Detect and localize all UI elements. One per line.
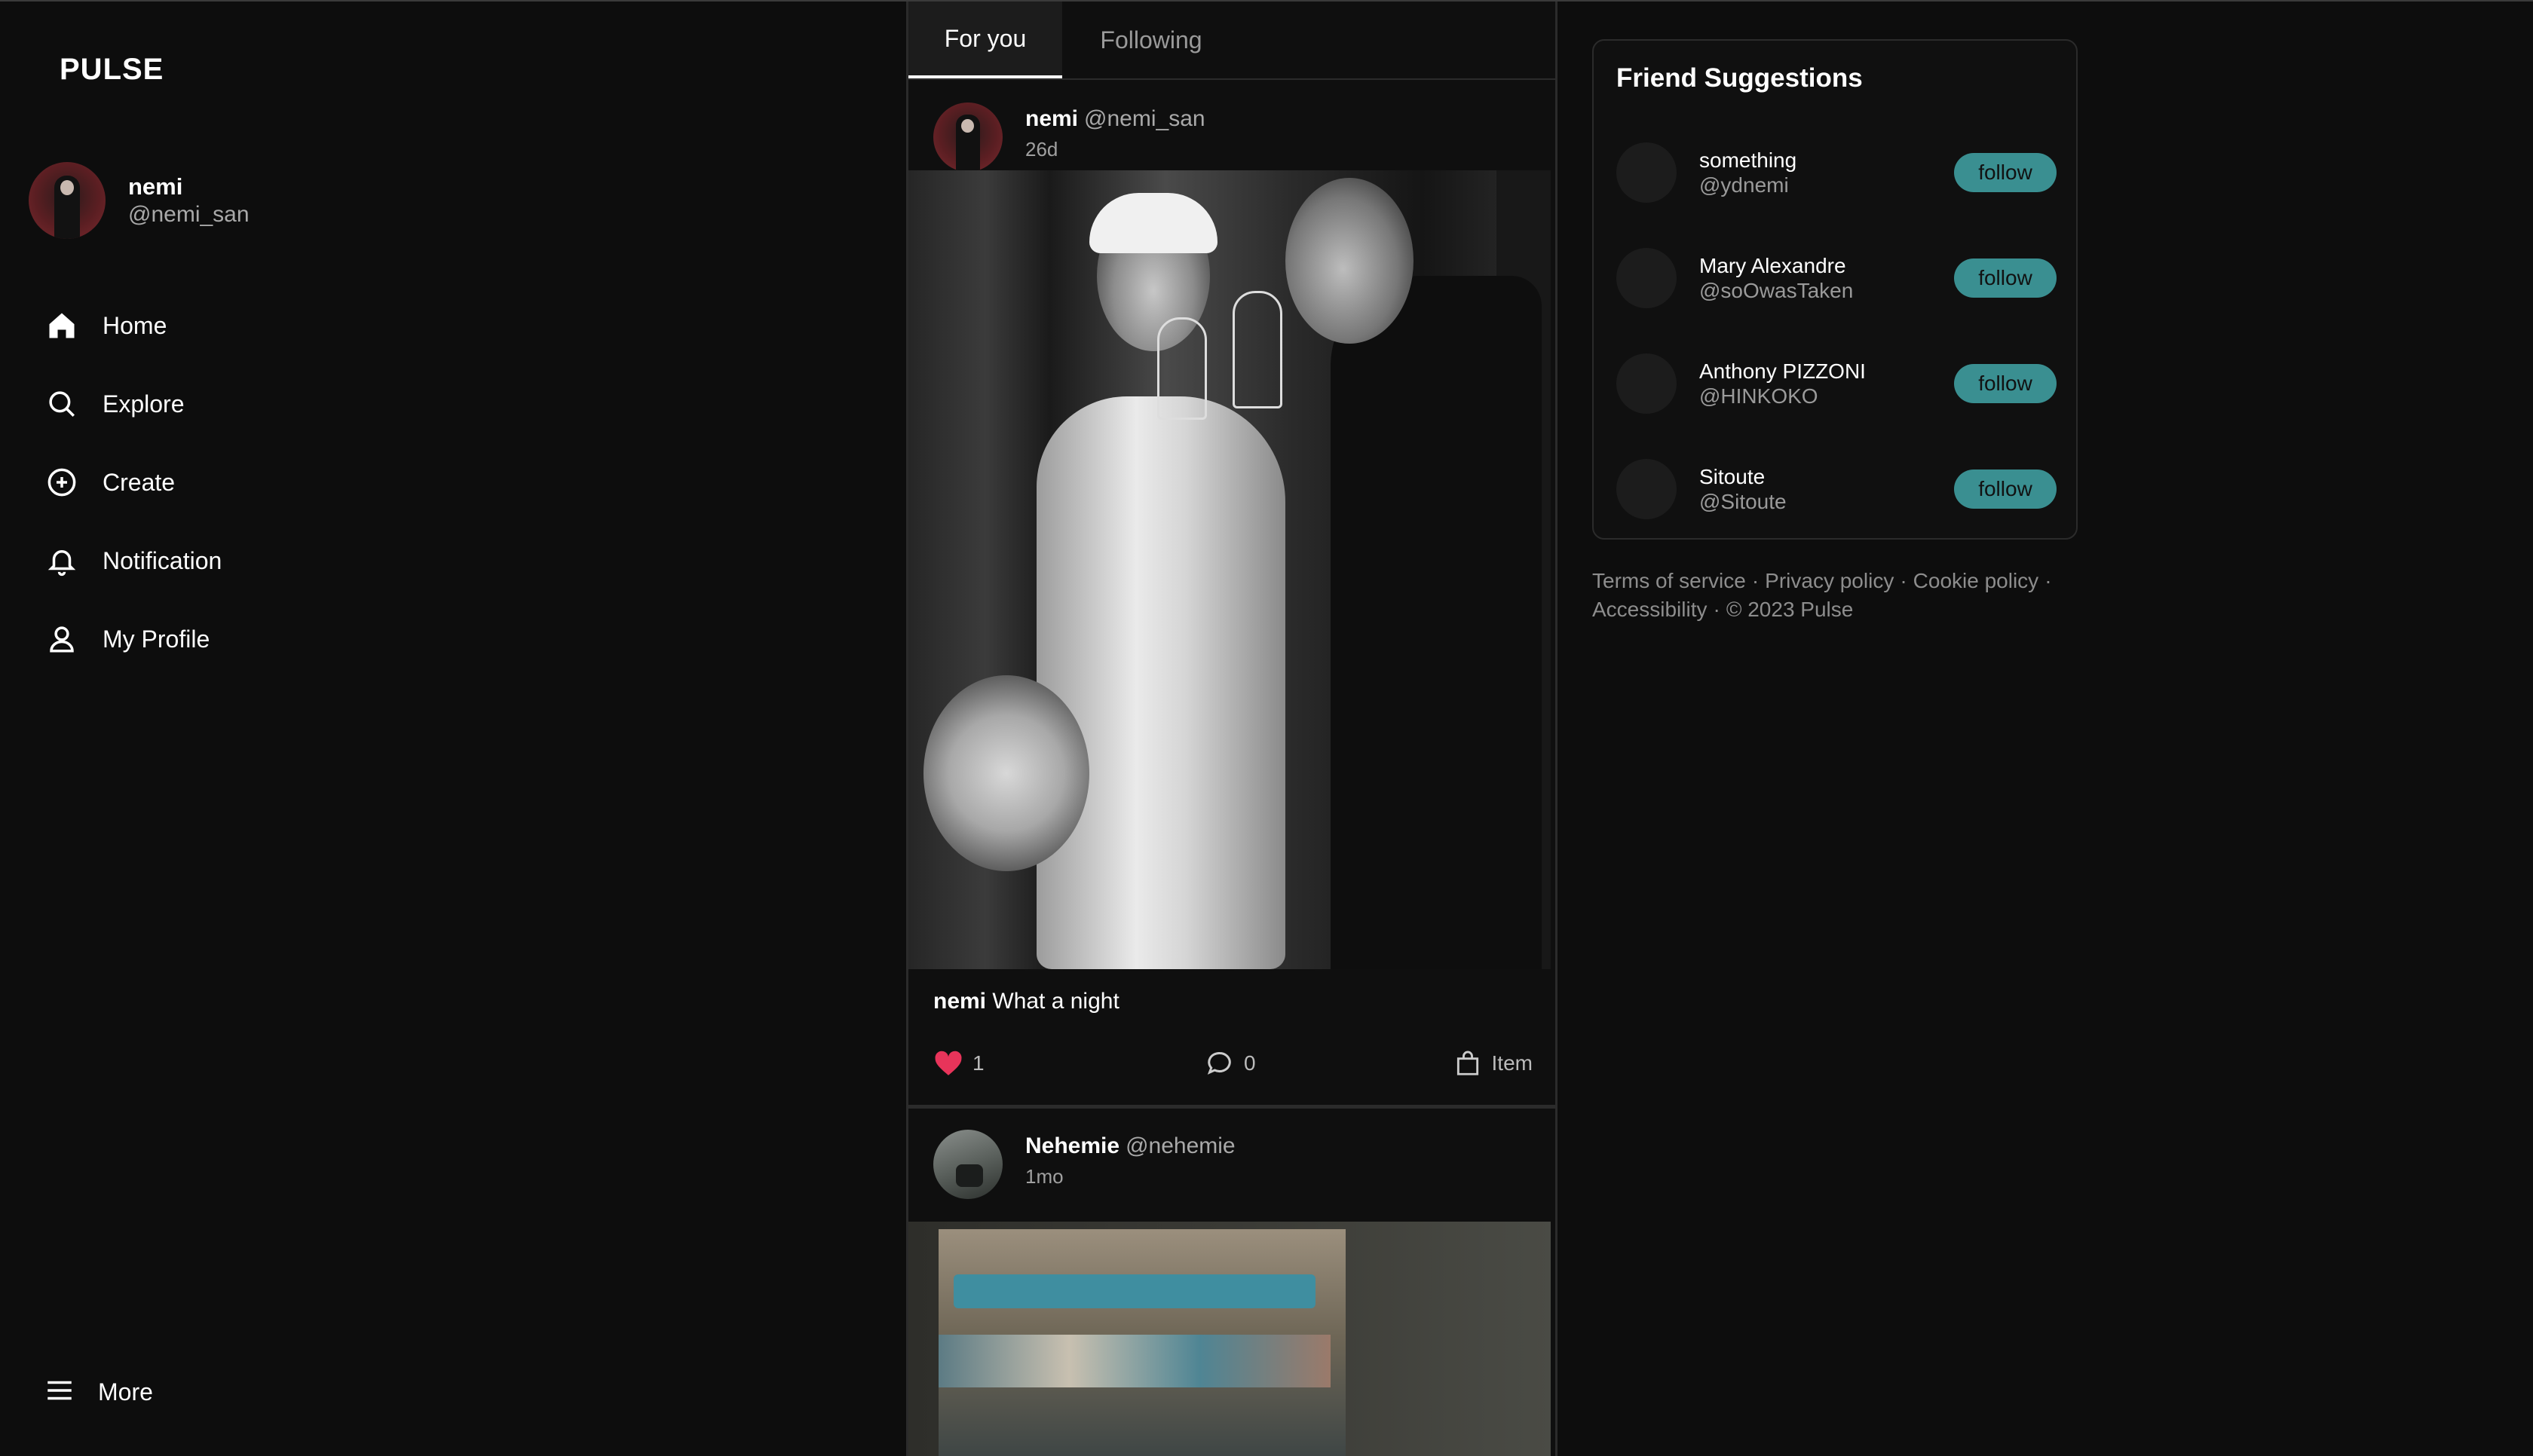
post-caption: nemi What a night (908, 969, 1555, 1022)
feed[interactable]: For you Following nemi @nemi_san 26d nem… (906, 2, 1557, 1456)
feed-tabs: For you Following (908, 2, 1555, 80)
friend-suggestions-title: Friend Suggestions (1616, 63, 1863, 93)
suggestion-name[interactable]: Anthony PIZZONI (1699, 359, 1954, 384)
hamburger-icon (44, 1375, 75, 1410)
avatar[interactable] (1616, 459, 1677, 519)
post-author-handle[interactable]: @nemi_san (1084, 106, 1205, 131)
post-timestamp: 26d (1025, 138, 1058, 161)
main-nav: Home Explore Create Notification My Prof… (44, 286, 222, 678)
suggestion-name[interactable]: Sitoute (1699, 464, 1954, 490)
nav-item-home[interactable]: Home (44, 286, 222, 365)
nav-item-my-profile[interactable]: My Profile (44, 600, 222, 678)
post-timestamp: 1mo (1025, 1165, 1064, 1188)
suggestion-name[interactable]: Mary Alexandre (1699, 253, 1954, 279)
suggestion-name[interactable]: something (1699, 148, 1954, 173)
privacy-link[interactable]: Privacy policy (1765, 569, 1894, 592)
nav-item-explore[interactable]: Explore (44, 365, 222, 443)
current-user-handle: @nemi_san (128, 202, 250, 227)
heart-icon (933, 1048, 963, 1078)
current-user-name: nemi (128, 173, 183, 200)
item-button[interactable]: Item (1453, 1048, 1533, 1078)
accessibility-link[interactable]: Accessibility (1592, 598, 1707, 621)
shopping-bag-icon (1453, 1048, 1483, 1078)
post: Nehemie @nehemie 1mo (908, 1109, 1555, 1456)
bell-icon (44, 543, 80, 579)
suggestion-row: Anthony PIZZONI @HINKOKO follow (1616, 350, 2057, 418)
avatar[interactable] (1616, 142, 1677, 203)
terms-link[interactable]: Terms of service (1592, 569, 1746, 592)
more-label: More (98, 1378, 153, 1406)
comment-bubble-icon (1205, 1048, 1235, 1078)
suggestion-handle: @HINKOKO (1699, 384, 1818, 408)
like-count: 1 (972, 1051, 985, 1075)
current-user[interactable]: nemi @nemi_san (29, 162, 250, 239)
nav-item-label: Create (103, 468, 176, 496)
suggestion-handle: @Sitoute (1699, 490, 1787, 513)
home-icon (44, 307, 80, 344)
app-logo[interactable]: PULSE (60, 53, 164, 87)
copyright: © 2023 Pulse (1726, 598, 1854, 621)
avatar[interactable] (1616, 353, 1677, 414)
search-icon (44, 386, 80, 422)
tab-for-you[interactable]: For you (908, 2, 1062, 78)
nav-item-label: Home (103, 311, 167, 339)
comment-button[interactable]: 0 (1205, 1048, 1256, 1078)
more-menu-button[interactable]: More (44, 1375, 153, 1410)
post-author-name[interactable]: nemi (1025, 106, 1078, 131)
post-header: Nehemie @nehemie 1mo (908, 1109, 1555, 1222)
suggestion-handle: @soOwasTaken (1699, 279, 1854, 302)
footer-links: Terms of service · Privacy policy · Cookie p… (1592, 567, 2090, 624)
item-label: Item (1491, 1051, 1533, 1075)
suggestion-handle: @ydnemi (1699, 173, 1789, 197)
post-image[interactable] (908, 1222, 1551, 1456)
follow-button[interactable]: follow (1954, 153, 2057, 192)
nav-item-notification[interactable]: Notification (44, 522, 222, 600)
suggestion-row: Sitoute @Sitoute follow (1616, 455, 2057, 523)
nav-item-create[interactable]: Create (44, 443, 222, 522)
suggestion-row: something @ydnemi follow (1616, 139, 2057, 206)
caption-text: What a night (992, 989, 1119, 1014)
post-header: nemi @nemi_san 26d (908, 80, 1555, 172)
sidebar: PULSE nemi @nemi_san Home Explore Create (0, 0, 905, 1456)
post-image[interactable] (908, 170, 1551, 969)
follow-button[interactable]: follow (1954, 258, 2057, 298)
suggestion-row: Mary Alexandre @soOwasTaken follow (1616, 244, 2057, 312)
post-actions: 1 0 Item (908, 1022, 1555, 1105)
nav-item-label: Explore (103, 390, 185, 418)
cookie-link[interactable]: Cookie policy (1913, 569, 2039, 592)
comment-count: 0 (1244, 1051, 1256, 1075)
nav-item-label: My Profile (103, 625, 210, 653)
separator: · (1713, 598, 1720, 621)
follow-button[interactable]: follow (1954, 364, 2057, 403)
nav-item-label: Notification (103, 546, 222, 574)
avatar (29, 162, 106, 239)
avatar[interactable] (933, 1130, 1003, 1199)
avatar[interactable] (1616, 248, 1677, 308)
tab-following[interactable]: Following (1062, 2, 1240, 78)
user-icon (44, 621, 80, 657)
post-author-name[interactable]: Nehemie (1025, 1133, 1119, 1158)
follow-button[interactable]: follow (1954, 470, 2057, 509)
avatar[interactable] (933, 102, 1003, 172)
post-author-handle[interactable]: @nehemie (1126, 1133, 1236, 1158)
post: nemi @nemi_san 26d nemi What a night 1 0… (908, 80, 1555, 1109)
separator: · (1751, 569, 1760, 592)
separator: · (1900, 569, 1907, 592)
like-button[interactable]: 1 (933, 1048, 985, 1078)
separator: · (2044, 569, 2052, 592)
caption-author[interactable]: nemi (933, 989, 986, 1014)
friend-suggestions-panel: Friend Suggestions something @ydnemi fol… (1592, 39, 2078, 540)
plus-circle-icon (44, 464, 80, 500)
